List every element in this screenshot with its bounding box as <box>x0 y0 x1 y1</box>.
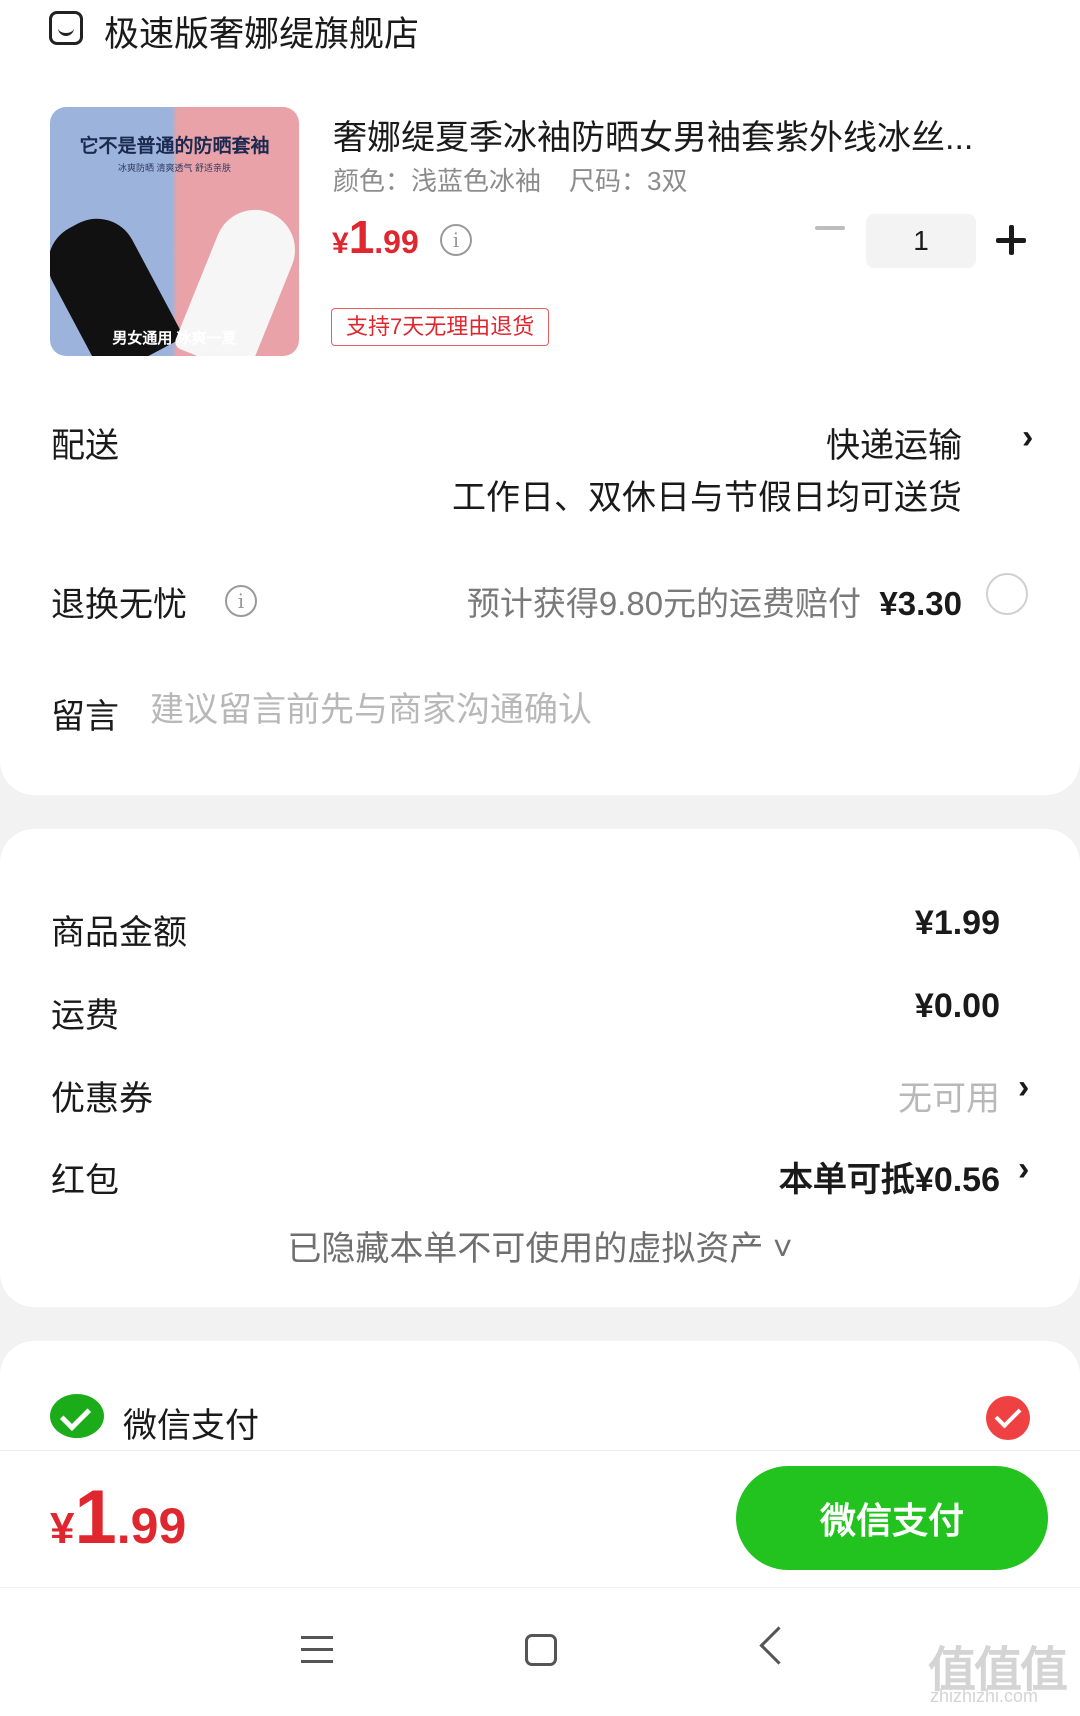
returns-info-icon[interactable]: i <box>225 585 257 617</box>
total-decimal: .99 <box>116 1498 187 1554</box>
total-integer: 1 <box>74 1475 117 1560</box>
spec-size: 尺码：3双 <box>569 166 688 196</box>
selected-check-icon[interactable] <box>986 1396 1030 1440</box>
product-image-subline: 冰爽防晒 清爽透气 舒适亲肤 <box>117 163 231 173</box>
product-image-caption: 男女通用 冰爽一夏 <box>112 330 237 347</box>
returns-note-text: 预计获得9.80元的运费赔付 <box>466 585 862 622</box>
goods-amount-value: ¥1.99 <box>914 904 1000 942</box>
price-decimal: .99 <box>374 224 419 260</box>
returns-radio[interactable] <box>986 573 1028 615</box>
total-currency: ¥ <box>50 1504 75 1553</box>
price-integer: 1 <box>348 211 375 263</box>
hidden-assets-toggle[interactable]: 已隐藏本单不可使用的虚拟资产 ˅ <box>0 1221 1080 1270</box>
price-info-icon[interactable]: i <box>440 224 472 256</box>
returns-price: ¥3.30 <box>879 585 962 622</box>
delivery-note: 工作日、双休日与节假日均可送货 <box>452 479 962 517</box>
return-policy-badge: 支持7天无理由退货 <box>331 308 550 346</box>
red-packet-value[interactable]: 本单可抵¥0.56 <box>779 1152 1000 1201</box>
message-label: 留言 <box>51 698 119 736</box>
quantity-field[interactable]: 1 <box>866 214 976 268</box>
delivery-chevron-icon[interactable]: › <box>1022 418 1033 457</box>
wechat-pay-button[interactable]: 微信支付 <box>736 1466 1048 1570</box>
shop-name[interactable]: 极速版奢娜缇旗舰店 <box>104 6 419 57</box>
spec-color: 颜色：浅蓝色冰袖 <box>333 166 542 196</box>
red-packet-label: 红包 <box>51 1162 119 1200</box>
delivery-method[interactable]: 快递运输 <box>826 418 962 467</box>
shipping-label: 运费 <box>51 997 119 1035</box>
quantity-increase-button[interactable] <box>996 225 1026 255</box>
delivery-label: 配送 <box>51 427 119 465</box>
wechat-pay-icon <box>50 1394 104 1438</box>
message-input[interactable] <box>150 688 1000 732</box>
coupon-label: 优惠券 <box>51 1080 153 1118</box>
product-image[interactable]: 它不是普通的防晒套袖 冰爽防晒 清爽透气 舒适亲肤 男女通用 冰爽一夏 <box>50 107 299 356</box>
home-icon[interactable] <box>525 1634 557 1666</box>
product-title[interactable]: 奢娜缇夏季冰袖防晒女男袖套紫外线冰丝... <box>333 110 973 159</box>
quantity-decrease-button[interactable] <box>815 226 845 230</box>
returns-label: 退换无忧 <box>51 586 187 624</box>
price-currency: ¥ <box>332 227 349 260</box>
shipping-value: ¥0.00 <box>914 987 1000 1025</box>
product-price: ¥1.99 <box>332 210 419 264</box>
product-image-headline: 它不是普通的防晒套袖 <box>79 136 270 157</box>
coupon-chevron-icon[interactable]: › <box>1018 1068 1029 1107</box>
total-price: ¥1.99 <box>50 1474 186 1561</box>
coupon-value[interactable]: 无可用 <box>898 1071 1000 1120</box>
watermark-url: zhizhizhi.com <box>930 1686 1039 1706</box>
recent-apps-icon[interactable] <box>301 1636 333 1664</box>
product-spec[interactable]: 颜色：浅蓝色冰袖 尺码：3双 <box>333 161 715 198</box>
returns-note: 预计获得9.80元的运费赔付 ¥3.30 <box>467 577 962 625</box>
red-packet-chevron-icon[interactable]: › <box>1018 1150 1029 1189</box>
goods-amount-label: 商品金额 <box>51 914 187 952</box>
shop-icon <box>49 11 83 45</box>
payment-method-label[interactable]: 微信支付 <box>123 1398 259 1447</box>
